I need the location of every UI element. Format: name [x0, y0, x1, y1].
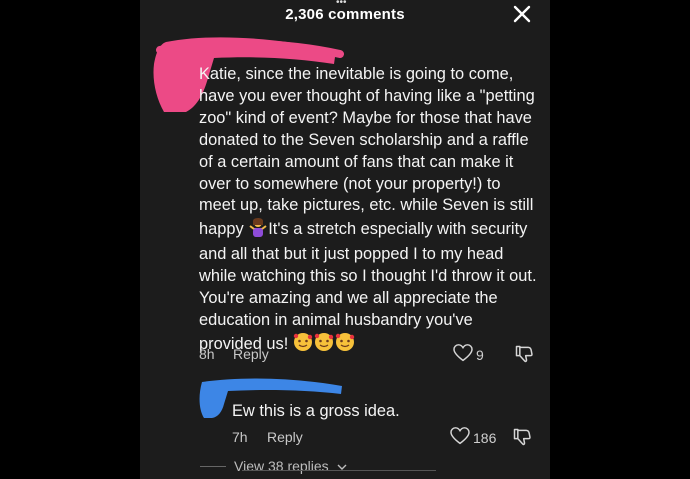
chevron-down-icon [337, 458, 347, 474]
comment-text-part-1: Katie, since the inevitable is going to … [199, 65, 535, 239]
heart-icon [450, 427, 470, 448]
comments-panel: ••• 2,306 comments Katie, since the inev… [140, 0, 550, 479]
reply-like-button[interactable]: 186 [450, 427, 496, 448]
section-divider [242, 470, 436, 471]
comment-dislike-button[interactable] [514, 344, 534, 367]
person-shrugging-emoji-icon [248, 217, 268, 244]
reply-body: Ew this is a gross idea. [232, 402, 400, 420]
comment-timestamp: 8h [199, 346, 215, 362]
comment-body: Katie, since the inevitable is going to … [199, 64, 539, 359]
view-replies-label: View 38 replies [234, 458, 329, 474]
thumbs-down-icon [512, 427, 532, 450]
comment-reply-button[interactable]: Reply [233, 346, 269, 362]
heart-icon [453, 344, 473, 365]
view-replies-divider [200, 465, 226, 467]
close-icon[interactable] [512, 4, 532, 24]
comment-like-button[interactable]: 9 [453, 344, 484, 365]
comments-count-title: 2,306 comments [285, 6, 405, 23]
thumbs-down-icon [514, 344, 534, 367]
reply-like-count: 186 [473, 429, 497, 446]
comment-like-count: 9 [476, 346, 484, 363]
reply-reply-button[interactable]: Reply [267, 429, 303, 445]
view-replies-button[interactable]: View 38 replies [200, 458, 347, 474]
comments-header: ••• 2,306 comments [140, 0, 550, 30]
reply-dislike-button[interactable] [512, 427, 532, 450]
smiling-face-with-hearts-emoji-icon [293, 332, 355, 359]
reply-timestamp: 7h [232, 429, 248, 445]
